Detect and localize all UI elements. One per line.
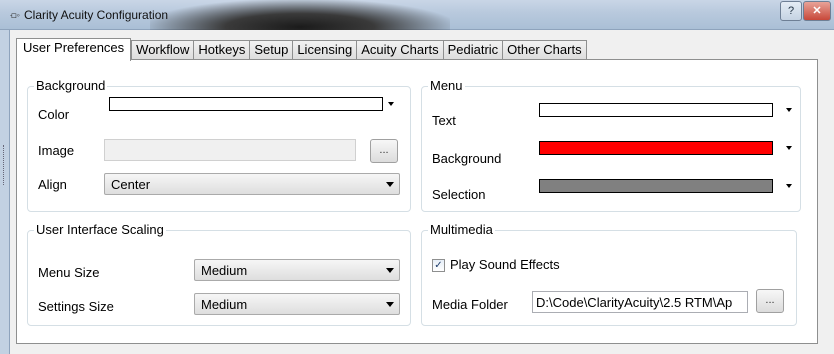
menu-selection-label: Selection — [432, 187, 486, 202]
menu-size-select[interactable]: Medium — [194, 259, 400, 281]
settings-size-label: Settings Size — [38, 299, 114, 314]
help-button[interactable]: ? — [780, 1, 802, 21]
tab-workflow[interactable]: Workflow — [131, 40, 194, 60]
menu-group-title: Menu — [428, 78, 465, 93]
align-label: Align — [38, 177, 67, 192]
user-preferences-panel: Background Color Image ... Align Center … — [16, 59, 818, 344]
ui-scaling-group-title: User Interface Scaling — [34, 222, 166, 237]
background-image-field[interactable] — [104, 139, 356, 161]
settings-size-select[interactable]: Medium — [194, 293, 400, 315]
tab-user-preferences[interactable]: User Preferences — [16, 38, 132, 61]
settings-size-value: Medium — [201, 297, 248, 312]
ui-scaling-group: User Interface Scaling Menu Size Medium … — [27, 222, 411, 326]
menu-text-label: Text — [432, 113, 456, 128]
window-frame-left — [0, 30, 10, 354]
multimedia-group-title: Multimedia — [428, 222, 495, 237]
title-bar: ⟤◦ Clarity Acuity Configuration ? ✕ — [0, 0, 834, 30]
multimedia-group: Multimedia ✓ Play Sound Effects Media Fo… — [421, 222, 797, 326]
chevron-down-icon — [386, 182, 394, 187]
app-icon: ⟤◦ — [10, 10, 20, 20]
window-title: Clarity Acuity Configuration — [24, 8, 169, 22]
menu-selection-color-picker[interactable] — [536, 175, 792, 197]
menu-text-color-picker[interactable] — [536, 99, 792, 121]
media-folder-field[interactable]: D:\Code\ClarityAcuity\2.5 RTM\Ap — [532, 291, 748, 313]
play-sound-checkbox[interactable]: ✓ — [432, 259, 445, 272]
media-folder-browse-button[interactable]: ... — [756, 289, 784, 313]
tab-acuity-charts[interactable]: Acuity Charts — [356, 40, 443, 60]
tab-licensing[interactable]: Licensing — [292, 40, 357, 60]
chevron-down-icon — [786, 108, 792, 112]
menu-size-value: Medium — [201, 263, 248, 278]
image-browse-button[interactable]: ... — [370, 139, 398, 163]
menu-selection-color-swatch — [539, 179, 773, 193]
tab-strip: User Preferences Workflow Hotkeys Setup … — [16, 38, 587, 61]
chevron-down-icon — [786, 184, 792, 188]
background-group-title: Background — [34, 78, 108, 93]
menu-group: Menu Text Background Selection — [421, 78, 801, 212]
align-select[interactable]: Center — [104, 173, 400, 195]
menu-background-label: Background — [432, 151, 502, 166]
image-label: Image — [38, 143, 75, 158]
menu-background-color-swatch — [539, 141, 773, 155]
resize-grip[interactable] — [3, 145, 6, 185]
tab-other-charts[interactable]: Other Charts — [502, 40, 587, 60]
play-sound-label[interactable]: Play Sound Effects — [450, 257, 560, 272]
tab-hotkeys[interactable]: Hotkeys — [193, 40, 250, 60]
background-color-picker[interactable] — [106, 93, 394, 115]
title-bar-glass — [150, 0, 450, 30]
menu-size-label: Menu Size — [38, 265, 100, 280]
chevron-down-icon — [386, 268, 394, 273]
close-button[interactable]: ✕ — [803, 1, 831, 21]
color-label: Color — [38, 107, 70, 122]
tab-pediatric[interactable]: Pediatric — [442, 40, 503, 60]
background-color-swatch — [109, 97, 383, 111]
chevron-down-icon — [386, 302, 394, 307]
menu-text-color-swatch — [539, 103, 773, 117]
media-folder-label: Media Folder — [432, 297, 508, 312]
chevron-down-icon — [388, 102, 394, 106]
chevron-down-icon — [786, 146, 792, 150]
background-group: Background Color Image ... Align Center — [27, 78, 411, 212]
tab-setup[interactable]: Setup — [249, 40, 293, 60]
menu-background-color-picker[interactable] — [536, 137, 792, 159]
align-select-value: Center — [111, 177, 151, 192]
